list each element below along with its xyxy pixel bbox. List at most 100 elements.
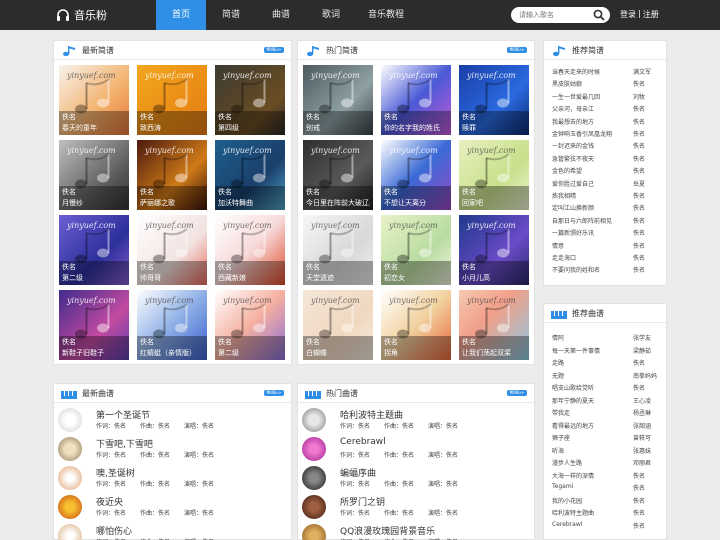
- artist-name[interactable]: 佚名: [633, 104, 665, 113]
- artist-name[interactable]: 佚名: [633, 383, 665, 392]
- nav-home[interactable]: 首页: [156, 0, 206, 30]
- song-title[interactable]: 所罗门之钥: [340, 495, 385, 508]
- list-item[interactable]: 爱你胜过爱自己 岳夏: [552, 177, 664, 189]
- jianpu-thumbnail[interactable]: yinyuef.com 佚名 萨丽娜之歌: [137, 140, 207, 210]
- list-item[interactable]: 急管繁弦不夜天 佚名: [552, 152, 664, 164]
- list-item[interactable]: 带我走 杨丞琳: [552, 406, 664, 418]
- song-title[interactable]: 一封迟来的金钱: [552, 141, 632, 150]
- song-title[interactable]: 大海一样的深情: [552, 471, 632, 480]
- song-title[interactable]: 第一个圣诞节: [96, 408, 150, 421]
- artist-name[interactable]: 梁静茹: [633, 346, 665, 355]
- song-thumbnail[interactable]: [58, 495, 82, 519]
- song-thumbnail[interactable]: [58, 466, 82, 490]
- song-title[interactable]: 金色的希望: [552, 166, 632, 175]
- song-row[interactable]: Cerebrawl 作词：佚名 作曲：佚名 演唱：佚名: [302, 436, 527, 464]
- song-row[interactable]: 所罗门之钥 作词：佚名 作曲：佚名 演唱：佚名: [302, 494, 527, 522]
- song-title[interactable]: 一篇新颁好乐讯: [552, 228, 632, 237]
- artist-name[interactable]: 佚名: [633, 141, 665, 150]
- song-title[interactable]: 当春天走来的时候: [552, 67, 632, 76]
- song-title[interactable]: 定叫江山换新颜: [552, 203, 632, 212]
- song-title[interactable]: 爱你胜过爱自己: [552, 179, 632, 188]
- list-item[interactable]: 定叫江山换新颜 佚名: [552, 201, 664, 213]
- song-title[interactable]: 情意: [552, 241, 632, 250]
- artist-name[interactable]: 佚名: [633, 471, 665, 480]
- song-title[interactable]: 父亲河，母亲江: [552, 104, 632, 113]
- artist-name[interactable]: 佚名: [633, 483, 665, 492]
- song-title[interactable]: 走路: [552, 358, 632, 367]
- jianpu-thumbnail[interactable]: yinyuef.com 佚名 不想让天离分: [381, 140, 451, 210]
- artist-name[interactable]: 佚名: [633, 79, 665, 88]
- jianpu-thumbnail[interactable]: yinyuef.com 佚名 拐角: [381, 290, 451, 360]
- list-item[interactable]: 黑皮肤姑娘 佚名: [552, 77, 664, 89]
- artist-name[interactable]: 佚名: [633, 521, 665, 530]
- jianpu-thumbnail[interactable]: yinyuef.com 佚名 让我们荡起双桨: [459, 290, 529, 360]
- artist-name[interactable]: 邓丽君: [633, 458, 665, 467]
- artist-name[interactable]: 佚名: [633, 117, 665, 126]
- list-item[interactable]: 大海一样的深情 佚名: [552, 469, 664, 481]
- list-item[interactable]: 走路 佚名: [552, 356, 664, 368]
- more-link[interactable]: MORE>>: [264, 390, 284, 396]
- song-title[interactable]: Tegami: [552, 483, 632, 490]
- list-item[interactable]: 一篇新颁好乐讯 佚名: [552, 226, 664, 238]
- list-item[interactable]: 无题 南拳妈妈: [552, 369, 664, 381]
- jianpu-thumbnail[interactable]: yinyuef.com 佚名 小月儿高: [459, 215, 529, 285]
- artist-name[interactable]: 佚名: [633, 191, 665, 200]
- artist-name[interactable]: 佚名: [633, 241, 665, 250]
- list-item[interactable]: 我最想去的地方 佚名: [552, 115, 664, 127]
- song-title[interactable]: 急管繁弦不夜天: [552, 154, 632, 163]
- song-title[interactable]: 我的小花园: [552, 496, 632, 505]
- register-link[interactable]: 注册: [643, 9, 659, 20]
- song-title[interactable]: 哈利波特主题曲: [552, 508, 632, 517]
- song-title[interactable]: 下雪吧,下雪吧: [96, 437, 153, 450]
- jianpu-thumbnail[interactable]: yinyuef.com 佚名 回家吧: [459, 140, 529, 210]
- search-icon[interactable]: [593, 9, 605, 21]
- song-title[interactable]: 夜近央: [96, 495, 123, 508]
- more-link[interactable]: MORE>>: [507, 47, 527, 53]
- list-item[interactable]: 一封迟来的金钱 佚名: [552, 139, 664, 151]
- song-row[interactable]: 下雪吧,下雪吧 作词：佚名 作曲：佚名 演唱：佚名: [58, 436, 283, 464]
- nav-tutorials[interactable]: 音乐教程: [356, 0, 416, 30]
- song-title[interactable]: 我最想去的地方: [552, 117, 632, 126]
- more-link[interactable]: MORE>>: [507, 390, 527, 396]
- list-item[interactable]: 哈利波特主题曲 佚名: [552, 506, 664, 518]
- song-title[interactable]: 自那日与六郎阵前相见: [552, 216, 632, 225]
- song-title[interactable]: 看得最远的地方: [552, 421, 632, 430]
- song-title[interactable]: 漫步人生路: [552, 458, 632, 467]
- song-title[interactable]: 唱支山歌给党听: [552, 383, 632, 392]
- list-item[interactable]: 自那日与六郎阵前相见 佚名: [552, 214, 664, 226]
- list-item[interactable]: 父亲河，母亲江 佚名: [552, 102, 664, 114]
- nav-qupu[interactable]: 曲谱: [256, 0, 306, 30]
- jianpu-thumbnail[interactable]: yinyuef.com 佚名 你的名字我的姓氏: [381, 65, 451, 135]
- jianpu-thumbnail[interactable]: yinyuef.com 佚名 红蜻蜓（亲情版）: [137, 290, 207, 360]
- artist-name[interactable]: 佚名: [633, 216, 665, 225]
- list-item[interactable]: 我的小花园 佚名: [552, 494, 664, 506]
- song-row[interactable]: 噢,圣诞树 作词：佚名 作曲：佚名 演唱：佚名: [58, 465, 283, 493]
- site-logo[interactable]: 音乐粉: [56, 7, 107, 23]
- artist-name[interactable]: 佚名: [633, 358, 665, 367]
- jianpu-thumbnail[interactable]: yinyuef.com 佚名 第四级: [215, 65, 285, 135]
- jianpu-thumbnail[interactable]: yinyuef.com 佚名 春天的童年: [59, 65, 129, 135]
- list-item[interactable]: 不要问我的姓和名 佚名: [552, 263, 664, 275]
- song-title[interactable]: 带我走: [552, 408, 632, 417]
- song-title[interactable]: Cerebrawl: [552, 521, 632, 528]
- jianpu-thumbnail[interactable]: yinyuef.com 佚名 帅哥哥: [137, 215, 207, 285]
- song-title[interactable]: 每一天第一件事情: [552, 346, 632, 355]
- list-item[interactable]: 漫步人生路 邓丽君: [552, 456, 664, 468]
- artist-name[interactable]: 张学友: [633, 333, 665, 342]
- list-item[interactable]: 看得最远的地方 张韶涵: [552, 419, 664, 431]
- artist-name[interactable]: 满文军: [633, 67, 665, 76]
- nav-jianpu[interactable]: 简谱: [206, 0, 256, 30]
- song-title[interactable]: 走走海口: [552, 253, 632, 262]
- artist-name[interactable]: 佚名: [633, 166, 665, 175]
- song-thumbnail[interactable]: [302, 466, 326, 490]
- artist-name[interactable]: 佚名: [633, 496, 665, 505]
- list-item[interactable]: 每一天第一件事情 梁静茹: [552, 344, 664, 356]
- song-title[interactable]: 狮子座: [552, 433, 632, 442]
- artist-name[interactable]: 王心凌: [633, 396, 665, 405]
- song-thumbnail[interactable]: [58, 408, 82, 432]
- jianpu-thumbnail[interactable]: yinyuef.com 佚名 致西涛: [137, 65, 207, 135]
- list-item[interactable]: 情阿 张学友: [552, 331, 664, 343]
- song-row[interactable]: QQ浪漫玫瑰园背景音乐 作词：佚名 作曲：佚名 演唱：佚名: [302, 523, 527, 540]
- list-item[interactable]: 情意 佚名: [552, 239, 664, 251]
- artist-name[interactable]: 佚名: [633, 508, 665, 517]
